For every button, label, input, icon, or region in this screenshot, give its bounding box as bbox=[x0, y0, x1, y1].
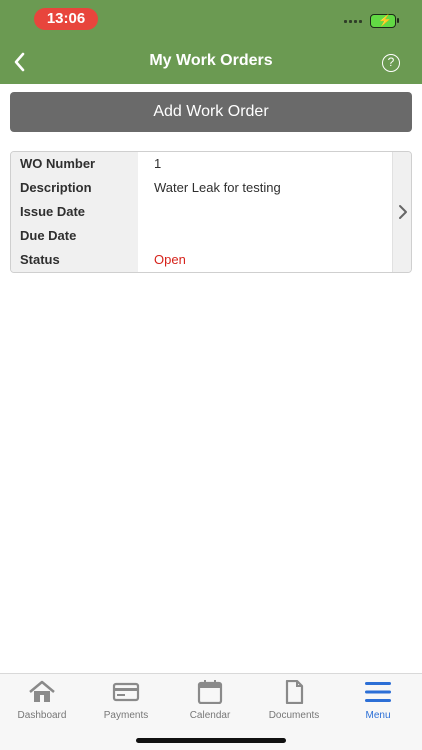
nav-label: Payments bbox=[103, 710, 149, 721]
label-due-date: Due Date bbox=[20, 228, 77, 243]
nav-payments[interactable]: Payments bbox=[84, 680, 168, 730]
value-issue-date bbox=[138, 200, 392, 224]
value-description: Water Leak for testing bbox=[154, 180, 281, 195]
value-wo-number: 1 bbox=[154, 156, 162, 171]
work-order-values: 1 Water Leak for testing Open bbox=[138, 152, 392, 272]
nav-label: Documents bbox=[268, 710, 320, 721]
nav-label: Dashboard bbox=[17, 710, 67, 721]
label-wo-number: WO Number bbox=[20, 156, 96, 171]
nav-documents[interactable]: Documents bbox=[252, 680, 336, 730]
label-issue-date: Issue Date bbox=[20, 204, 86, 219]
document-icon bbox=[285, 680, 304, 704]
work-order-card[interactable]: WO Number Description Issue Date Due Dat… bbox=[10, 151, 412, 273]
calendar-icon bbox=[197, 680, 223, 704]
home-indicator bbox=[136, 738, 286, 743]
menu-icon bbox=[365, 682, 391, 702]
card-arrow-column[interactable] bbox=[392, 152, 411, 272]
value-due-date bbox=[138, 224, 392, 248]
card-icon bbox=[112, 682, 140, 702]
label-description: Description bbox=[20, 180, 92, 195]
page-title: My Work Orders bbox=[149, 52, 273, 69]
work-order-labels: WO Number Description Issue Date Due Dat… bbox=[11, 152, 138, 272]
house-icon bbox=[29, 680, 55, 702]
nav-label: Calendar bbox=[189, 710, 231, 721]
nav-calendar[interactable]: Calendar bbox=[168, 680, 252, 730]
label-status: Status bbox=[20, 252, 60, 267]
signal-icon bbox=[344, 20, 362, 23]
nav-label: Menu bbox=[365, 710, 391, 721]
nav-menu[interactable]: Menu bbox=[336, 680, 420, 730]
help-icon[interactable]: ? bbox=[382, 54, 400, 72]
battery-icon: ⚡ bbox=[370, 14, 399, 28]
add-work-order-button[interactable]: Add Work Order bbox=[10, 92, 412, 132]
status-time: 13:06 bbox=[34, 8, 98, 30]
chevron-right-icon bbox=[399, 205, 407, 219]
nav-dashboard[interactable]: Dashboard bbox=[0, 680, 84, 730]
value-status: Open bbox=[154, 252, 186, 267]
app-header: 13:06 ⚡ My Work Orders ? bbox=[0, 0, 422, 84]
